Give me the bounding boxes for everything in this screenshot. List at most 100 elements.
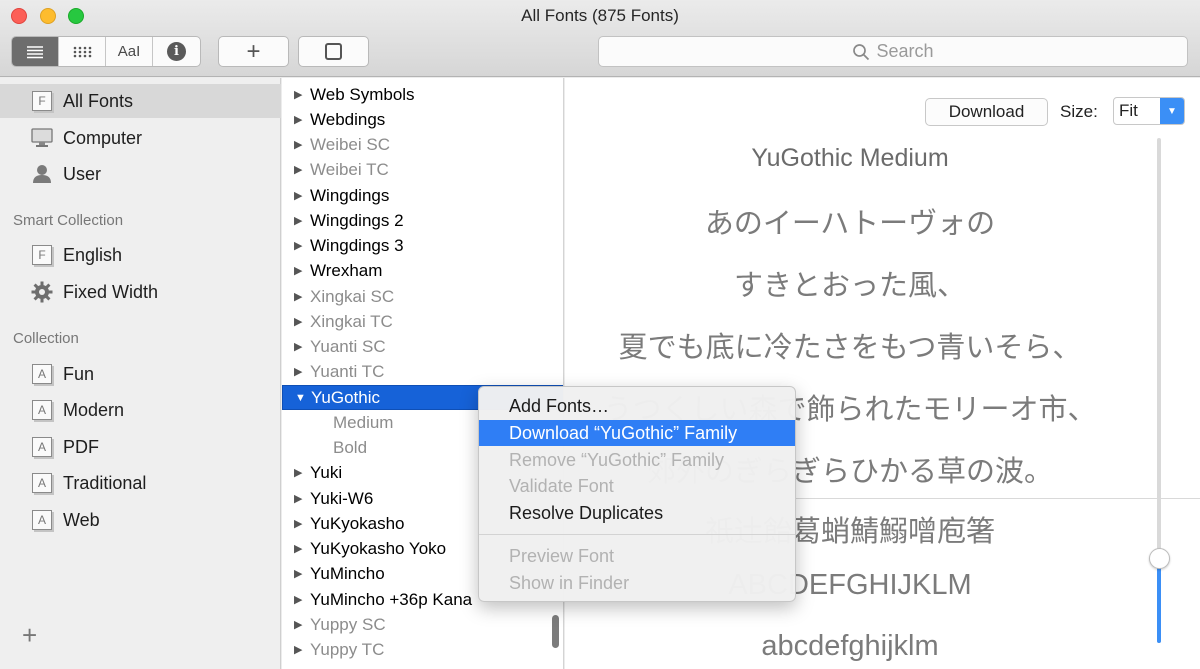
font-row[interactable]: ▶ Webdings <box>282 107 563 132</box>
disclosure-triangle-icon[interactable]: ▶ <box>294 264 308 277</box>
menu-item-resolve-duplicates[interactable]: Resolve Duplicates <box>479 500 795 526</box>
disclosure-triangle-icon[interactable]: ▶ <box>294 163 308 176</box>
font-row[interactable]: ▶ Wingdings 2 <box>282 208 563 233</box>
font-row[interactable]: ▶ Yuppy SC <box>282 612 563 637</box>
list-scrollbar-thumb[interactable] <box>552 615 559 648</box>
font-row[interactable]: ▶ Yuanti SC <box>282 334 563 359</box>
sidebar-item-english[interactable]: F English <box>0 238 281 272</box>
user-icon <box>31 163 53 185</box>
menu-item-add-fonts[interactable]: Add Fonts… <box>479 393 795 419</box>
font-row[interactable]: ▶ Xingkai SC <box>282 284 563 309</box>
sample-view-label: AaI <box>117 43 141 60</box>
preview-glyph-line: abcdefghijklm <box>761 630 939 662</box>
menu-separator <box>479 534 795 535</box>
disclosure-triangle-icon[interactable]: ▶ <box>294 365 308 378</box>
font-collection-icon: F <box>31 244 53 266</box>
disclosure-triangle-icon[interactable]: ▶ <box>294 466 308 479</box>
context-menu: Add Fonts… Download “YuGothic” Family Re… <box>478 386 796 602</box>
disclosure-triangle-icon[interactable]: ▶ <box>294 492 308 505</box>
font-row-label: Yuppy TC <box>310 639 385 659</box>
disclosure-triangle-icon[interactable]: ▶ <box>294 315 308 328</box>
preview-line: あのイーハトーヴォの <box>704 208 996 240</box>
add-collection-button[interactable]: + <box>22 620 37 651</box>
font-row-label: Wingdings 3 <box>310 235 404 255</box>
menu-item-validate-font: Validate Font <box>509 475 614 496</box>
download-button[interactable]: Download <box>925 98 1048 126</box>
collection-icon: A <box>31 363 53 385</box>
sidebar-item-pdf[interactable]: A PDF <box>0 430 281 464</box>
font-row-label: YuKyokasho <box>310 513 405 533</box>
collection-icon: A <box>31 472 53 494</box>
disclosure-triangle-icon[interactable]: ▶ <box>294 214 308 227</box>
sidebar-item-computer[interactable]: Computer <box>0 121 281 155</box>
sidebar-item-fixed-width[interactable]: Fixed Width <box>0 275 281 309</box>
disclosure-triangle-icon[interactable]: ▶ <box>294 239 308 252</box>
font-row-label: Wrexham <box>310 260 383 280</box>
search-icon <box>853 43 870 60</box>
font-row[interactable]: ▶ Yuppy TC <box>282 637 563 662</box>
show-preview-button[interactable] <box>298 36 369 67</box>
disclosure-triangle-icon[interactable]: ▶ <box>294 138 308 151</box>
list-view-button[interactable] <box>12 37 59 66</box>
square-icon <box>325 43 342 60</box>
sidebar-item-modern[interactable]: A Modern <box>0 393 281 427</box>
disclosure-triangle-icon[interactable]: ▶ <box>294 593 308 606</box>
list-view-icon <box>27 45 43 58</box>
disclosure-triangle-icon[interactable]: ▶ <box>294 290 308 303</box>
font-row[interactable]: ▶ Wingdings <box>282 183 563 208</box>
font-row-label: Yuki-W6 <box>310 488 374 508</box>
sidebar-item-user[interactable]: User <box>0 157 281 191</box>
search-field[interactable]: Search <box>598 36 1188 67</box>
info-icon: i <box>167 42 186 61</box>
font-row[interactable]: ▶ Wrexham <box>282 258 563 283</box>
disclosure-triangle-icon[interactable]: ▶ <box>294 340 308 353</box>
disclosure-triangle-icon[interactable]: ▶ <box>294 542 308 555</box>
disclosure-triangle-icon[interactable]: ▶ <box>294 567 308 580</box>
grid-view-button[interactable] <box>59 37 106 66</box>
font-row-label: Weibei SC <box>310 134 390 154</box>
font-row-label: Xingkai TC <box>310 311 393 331</box>
sidebar-item-web[interactable]: A Web <box>0 503 281 537</box>
disclosure-triangle-open-icon[interactable]: ▼ <box>295 392 309 404</box>
disclosure-triangle-icon[interactable]: ▶ <box>294 517 308 530</box>
sidebar-item-all-fonts[interactable]: F All Fonts <box>0 84 281 118</box>
disclosure-triangle-icon[interactable]: ▶ <box>294 643 308 656</box>
font-row-label: Wingdings <box>310 185 390 205</box>
sidebar-item-label: Fixed Width <box>63 281 159 302</box>
menu-item-download-family[interactable]: Download “YuGothic” Family <box>479 420 795 446</box>
font-row[interactable]: ▶ Xingkai TC <box>282 309 563 334</box>
disclosure-triangle-icon[interactable]: ▶ <box>294 113 308 126</box>
info-view-button[interactable]: i <box>153 37 200 66</box>
grid-view-icon <box>73 46 92 57</box>
preview-size-slider-knob[interactable] <box>1149 548 1170 569</box>
sidebar-item-fun[interactable]: A Fun <box>0 357 281 391</box>
font-row-label: Yuanti SC <box>310 336 386 356</box>
disclosure-triangle-icon[interactable]: ▶ <box>294 618 308 631</box>
sample-view-button[interactable]: AaI <box>106 37 153 66</box>
preview-line: 夏でも底に冷たさをもつ青いそら、 <box>618 332 1082 364</box>
disclosure-triangle-icon[interactable]: ▶ <box>294 88 308 101</box>
font-row-label: Wingdings 2 <box>310 210 404 230</box>
collection-icon: A <box>31 509 53 531</box>
font-row[interactable]: ▶ Web Symbols <box>282 82 563 107</box>
font-row-label: Web Symbols <box>310 84 415 104</box>
size-select[interactable]: Fit ▼ <box>1113 97 1185 125</box>
window-titlebar: All Fonts (875 Fonts) AaI i + Search <box>0 0 1200 77</box>
preview-size-slider-fill <box>1157 560 1161 643</box>
disclosure-triangle-icon[interactable]: ▶ <box>294 189 308 202</box>
add-font-button[interactable]: + <box>218 36 289 67</box>
font-row[interactable]: ▶ Wingdings 3 <box>282 233 563 258</box>
font-row-label: Webdings <box>310 109 386 129</box>
sidebar-item-label: Web <box>63 509 100 530</box>
font-row-label: YuMincho +36p Kana <box>310 589 473 609</box>
font-row[interactable]: ▶ Weibei TC <box>282 157 563 182</box>
font-row-label: Weibei TC <box>310 159 389 179</box>
font-row[interactable]: ▶ Yuanti TC <box>282 359 563 384</box>
smart-collection-header: Smart Collection <box>13 212 124 229</box>
window-title: All Fonts (875 Fonts) <box>521 6 679 25</box>
gear-icon <box>31 281 53 303</box>
sidebar: F All Fonts Computer User Smart Collecti… <box>0 78 281 669</box>
sidebar-item-traditional[interactable]: A Traditional <box>0 466 281 500</box>
font-row-label: YuKyokasho Yoko <box>310 538 447 558</box>
font-row[interactable]: ▶ Weibei SC <box>282 132 563 157</box>
